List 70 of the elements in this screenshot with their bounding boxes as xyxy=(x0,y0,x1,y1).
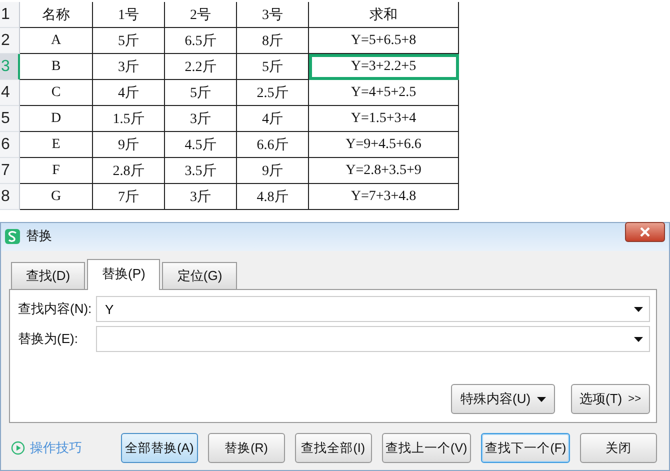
dropdown-arrow-icon xyxy=(634,336,643,342)
table-cell: 4斤 xyxy=(237,106,309,132)
dialog-button[interactable]: 全部替换(A) xyxy=(121,433,198,463)
table-cell: 6.6斤 xyxy=(237,132,309,158)
table-cell: Y=3+2.2+5 xyxy=(309,54,459,80)
table-cell: 名称 xyxy=(20,2,93,28)
table-cell: 2.5斤 xyxy=(237,80,309,106)
table-cell: Y=7+3+4.8 xyxy=(309,184,459,210)
option-button[interactable]: 特殊内容(U) xyxy=(451,384,555,414)
table-cell: 3斤 xyxy=(165,184,237,210)
table-cell: 5斤 xyxy=(237,54,309,80)
table-cell: 9斤 xyxy=(93,132,165,158)
tab[interactable]: 替换(P) xyxy=(87,259,160,290)
close-icon xyxy=(640,227,650,237)
table-cell: C xyxy=(20,80,93,106)
tab[interactable]: 查找(D) xyxy=(11,262,86,289)
row-header[interactable]: 2 xyxy=(0,28,20,54)
table-cell: Y=4+5+2.5 xyxy=(309,80,459,106)
option-button[interactable]: 选项(T) >> xyxy=(570,384,650,414)
table-cell: F xyxy=(20,158,93,184)
table-cell: Y=2.8+3.5+9 xyxy=(309,158,459,184)
table-cell: 7斤 xyxy=(93,184,165,210)
table-cell: Y=5+6.5+8 xyxy=(309,28,459,54)
dropdown-arrow-icon xyxy=(634,306,643,312)
table-cell: B xyxy=(20,54,93,80)
table-cell: Y=1.5+3+4 xyxy=(309,106,459,132)
table-cell: A xyxy=(20,28,93,54)
table-cell: 3.5斤 xyxy=(165,158,237,184)
table-cell: D xyxy=(20,106,93,132)
table-cell: 1.5斤 xyxy=(93,106,165,132)
table-cell: 3斤 xyxy=(93,54,165,80)
app-logo-icon xyxy=(5,228,20,244)
table-cell: 4斤 xyxy=(93,80,165,106)
dropdown-arrow-icon xyxy=(536,396,546,402)
dialog-button[interactable]: 查找全部(I) xyxy=(294,433,372,463)
row-header[interactable]: 7 xyxy=(0,158,20,184)
dialog-button[interactable]: 查找上一个(V) xyxy=(382,433,472,463)
table-cell: G xyxy=(20,184,93,210)
tab[interactable]: 定位(G) xyxy=(162,262,238,289)
table-cell: 2.2斤 xyxy=(165,54,237,80)
table-cell: 4.8斤 xyxy=(237,184,309,210)
row-header[interactable]: 1 xyxy=(0,2,20,28)
dialog-button[interactable]: 替换(R) xyxy=(208,433,285,463)
combo-field[interactable]: Y xyxy=(96,296,650,322)
table-cell: 3斤 xyxy=(165,106,237,132)
table-cell: 4.5斤 xyxy=(165,132,237,158)
table-cell: Y=9+4.5+6.6 xyxy=(309,132,459,158)
table-cell: 5斤 xyxy=(165,80,237,106)
table-cell: 2号 xyxy=(165,2,237,28)
table-cell: 1号 xyxy=(93,2,165,28)
combo-field[interactable] xyxy=(96,326,650,352)
table-cell: 5斤 xyxy=(93,28,165,54)
dialog-button[interactable]: 查找下一个(F) xyxy=(481,433,570,463)
table-cell: 2.8斤 xyxy=(93,158,165,184)
table-cell: E xyxy=(20,132,93,158)
dialog-title: 替换 xyxy=(26,227,53,245)
dialog-button[interactable]: 关闭 xyxy=(580,433,658,463)
field-label: 查找内容(N): xyxy=(18,300,93,318)
table-cell: 3号 xyxy=(237,2,309,28)
row-header[interactable]: 4 xyxy=(0,80,20,106)
table-cell: 6.5斤 xyxy=(165,28,237,54)
play-circle-icon xyxy=(11,441,25,455)
table-cell: 8斤 xyxy=(237,28,309,54)
row-header[interactable]: 6 xyxy=(0,132,20,158)
row-header[interactable]: 8 xyxy=(0,184,20,210)
close-button[interactable] xyxy=(625,222,665,242)
table-cell: 求和 xyxy=(309,2,459,28)
row-header[interactable]: 5 xyxy=(0,106,20,132)
field-label: 替换为(E): xyxy=(18,330,79,348)
table-cell: 9斤 xyxy=(237,158,309,184)
